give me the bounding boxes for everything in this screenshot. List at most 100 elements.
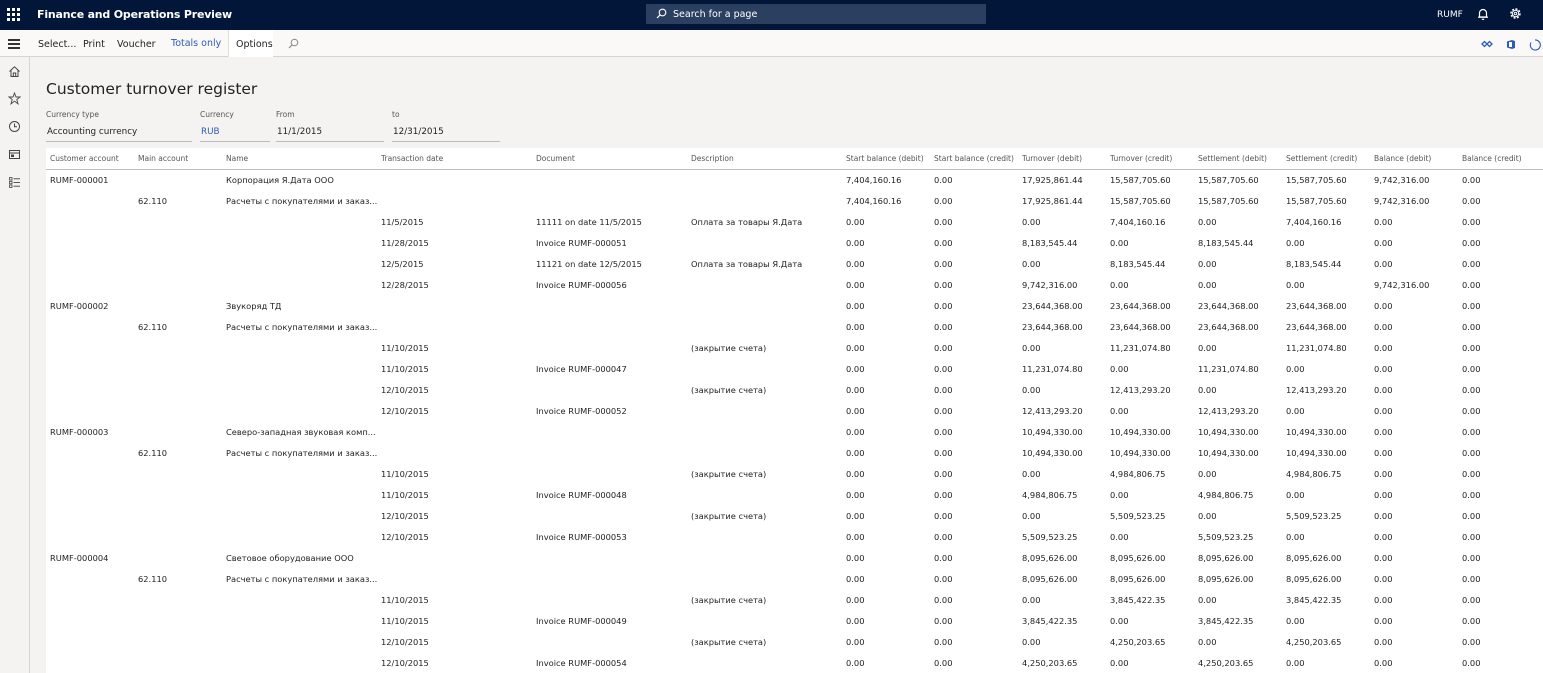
cell-settlement-credit: 0.00	[1286, 658, 1305, 668]
table-row[interactable]: RUMF-000004 Световое оборудование ООО 0.00…	[46, 548, 1543, 569]
table-row[interactable]: 11/28/2015 Invoice RUMF-000051 0.00 0.00 8,1…	[46, 233, 1543, 254]
cell-turnover-debit: 17,925,861.44	[1022, 196, 1083, 206]
table-row[interactable]: RUMF-000001 Корпорация Я.Дата ООО 7,404,16…	[46, 170, 1543, 191]
table-row[interactable]: 11/10/2015 (закрытие счета) 0.00 0.00 0.00 11…	[46, 338, 1543, 359]
tab-options[interactable]: Options	[228, 30, 273, 57]
cell-turnover-credit: 5,509,523.25	[1110, 511, 1166, 521]
connector-icon[interactable]	[1481, 39, 1493, 49]
column-header-turnover-debit[interactable]: Turnover (debit)	[1022, 154, 1082, 163]
column-header-name[interactable]: Name	[226, 154, 248, 163]
cell-start-balance-debit: 0.00	[846, 280, 865, 290]
cell-start-balance-debit: 0.00	[846, 238, 865, 248]
column-header-start-balance-credit[interactable]: Start balance (credit)	[934, 154, 1014, 163]
cell-balance-credit: 0.00	[1462, 343, 1481, 353]
column-header-settlement-debit[interactable]: Settlement (debit)	[1198, 154, 1267, 163]
cell-settlement-debit: 4,250,203.65	[1198, 658, 1254, 668]
office-icon[interactable]	[1506, 39, 1516, 50]
bell-icon[interactable]	[1477, 7, 1489, 21]
table-row[interactable]: 12/5/2015 11121 on date 12/5/2015 Оплата з…	[46, 254, 1543, 275]
table-row[interactable]: 12/10/2015 (закрытие счета) 0.00 0.00 0.00 4,…	[46, 632, 1543, 653]
table-row[interactable]: 12/28/2015 Invoice RUMF-000056 0.00 0.00 9,7…	[46, 275, 1543, 296]
column-header-customer-account[interactable]: Customer account	[50, 154, 119, 163]
from-date-field[interactable]: 11/1/2015	[276, 124, 384, 142]
column-header-settlement-credit[interactable]: Settlement (credit)	[1286, 154, 1357, 163]
cell-turnover-debit: 8,095,626.00	[1022, 553, 1078, 563]
cell-turnover-debit: 0.00	[1022, 343, 1041, 353]
print-button[interactable]: Print	[83, 39, 105, 50]
cell-transaction-date: 12/10/2015	[381, 532, 429, 542]
home-icon[interactable]	[8, 65, 21, 78]
table-row[interactable]: 62.110 Расчеты с покупателями и заказ... 0…	[46, 569, 1543, 590]
cell-name: Расчеты с покупателями и заказ...	[226, 448, 378, 458]
table-row[interactable]: 62.110 Расчеты с покупателями и заказ... 0…	[46, 443, 1543, 464]
table-row[interactable]: 11/10/2015 (закрытие счета) 0.00 0.00 0.00 4,…	[46, 464, 1543, 485]
currency-type-field[interactable]: Accounting currency	[46, 124, 192, 142]
column-header-balance-credit[interactable]: Balance (credit)	[1462, 154, 1522, 163]
cell-main-account: 62.110	[138, 448, 168, 458]
column-header-start-balance-debit[interactable]: Start balance (debit)	[846, 154, 924, 163]
table-row[interactable]: 11/10/2015 Invoice RUMF-000047 0.00 0.00 11,…	[46, 359, 1543, 380]
cell-turnover-credit: 0.00	[1110, 406, 1129, 416]
cell-settlement-debit: 0.00	[1198, 469, 1217, 479]
cell-turnover-credit: 0.00	[1110, 658, 1129, 668]
cell-balance-debit: 0.00	[1374, 322, 1393, 332]
cell-balance-credit: 0.00	[1462, 511, 1481, 521]
cell-turnover-credit: 4,984,806.75	[1110, 469, 1166, 479]
cell-start-balance-credit: 0.00	[934, 448, 953, 458]
table-row[interactable]: 12/10/2015 (закрытие счета) 0.00 0.00 0.00 5,…	[46, 506, 1543, 527]
currency-field[interactable]: RUB	[200, 124, 270, 142]
table-row[interactable]: 11/10/2015 Invoice RUMF-000048 0.00 0.00 4,9…	[46, 485, 1543, 506]
cell-settlement-debit: 8,183,545.44	[1198, 238, 1254, 248]
clock-icon[interactable]	[8, 120, 21, 133]
table-row[interactable]: 12/10/2015 Invoice RUMF-000052 0.00 0.00 12,…	[46, 401, 1543, 422]
cell-name: Корпорация Я.Дата ООО	[226, 175, 334, 185]
column-header-document[interactable]: Document	[536, 154, 575, 163]
cell-turnover-credit: 0.00	[1110, 364, 1129, 374]
column-header-transaction-date[interactable]: Transaction date	[381, 154, 443, 163]
star-icon[interactable]	[8, 92, 21, 105]
table-row[interactable]: RUMF-000003 Северо-западная звуковая комп…	[46, 422, 1543, 443]
table-row[interactable]: RUMF-000002 Звукоряд ТД 0.00 0.00 23,644,368…	[46, 296, 1543, 317]
voucher-button[interactable]: Voucher	[117, 39, 156, 50]
cell-balance-debit: 9,742,316.00	[1374, 196, 1430, 206]
column-header-turnover-credit[interactable]: Turnover (credit)	[1110, 154, 1172, 163]
table-row[interactable]: 62.110 Расчеты с покупателями и заказ... 0…	[46, 317, 1543, 338]
hamburger-icon[interactable]	[0, 30, 30, 57]
table-row[interactable]: 62.110 Расчеты с покупателями и заказ... 7…	[46, 191, 1543, 212]
search-icon[interactable]	[288, 38, 299, 49]
gear-icon[interactable]	[1508, 6, 1523, 21]
cell-balance-credit: 0.00	[1462, 490, 1481, 500]
table-row[interactable]: 11/10/2015 (закрытие счета) 0.00 0.00 0.00 3,…	[46, 590, 1543, 611]
workspace-icon[interactable]	[8, 148, 21, 161]
select-button[interactable]: Select...	[38, 39, 76, 50]
cell-settlement-credit: 0.00	[1286, 532, 1305, 542]
table-row[interactable]: 11/5/2015 11111 on date 11/5/2015 Оплата з…	[46, 212, 1543, 233]
cell-start-balance-debit: 0.00	[846, 364, 865, 374]
refresh-icon[interactable]	[1529, 39, 1541, 51]
cell-settlement-debit: 10,494,330.00	[1198, 427, 1259, 437]
cell-transaction-date: 11/28/2015	[381, 238, 429, 248]
table-row[interactable]: 11/10/2015 Invoice RUMF-000049 0.00 0.00 3,8…	[46, 611, 1543, 632]
cell-turnover-debit: 4,250,203.65	[1022, 658, 1078, 668]
cell-balance-credit: 0.00	[1462, 259, 1481, 269]
cell-start-balance-debit: 0.00	[846, 217, 865, 227]
column-header-main-account[interactable]: Main account	[138, 154, 188, 163]
table-row[interactable]: 12/10/2015 (закрытие счета) 0.00 0.00 0.00 12…	[46, 380, 1543, 401]
cell-balance-credit: 0.00	[1462, 553, 1481, 563]
cell-balance-debit: 0.00	[1374, 385, 1393, 395]
to-date-field[interactable]: 12/31/2015	[392, 124, 500, 142]
page-search-input[interactable]: Search for a page	[646, 4, 986, 24]
cell-turnover-credit: 8,095,626.00	[1110, 574, 1166, 584]
list-icon[interactable]	[8, 176, 21, 189]
app-title[interactable]: Finance and Operations Preview	[37, 8, 232, 21]
table-row[interactable]: 12/10/2015 Invoice RUMF-000053 0.00 0.00 5,5…	[46, 527, 1543, 548]
cell-settlement-debit: 11,231,074.80	[1198, 364, 1259, 374]
cell-transaction-date: 12/10/2015	[381, 511, 429, 521]
table-row[interactable]: 12/10/2015 Invoice RUMF-000054 0.00 0.00 4,2…	[46, 653, 1543, 673]
company-picker[interactable]: RUMF	[1437, 10, 1463, 20]
waffle-icon[interactable]	[7, 8, 20, 21]
totals-only-toggle[interactable]: Totals only	[171, 38, 221, 49]
cell-start-balance-debit: 0.00	[846, 259, 865, 269]
column-header-description[interactable]: Description	[691, 154, 734, 163]
column-header-balance-debit[interactable]: Balance (debit)	[1374, 154, 1431, 163]
